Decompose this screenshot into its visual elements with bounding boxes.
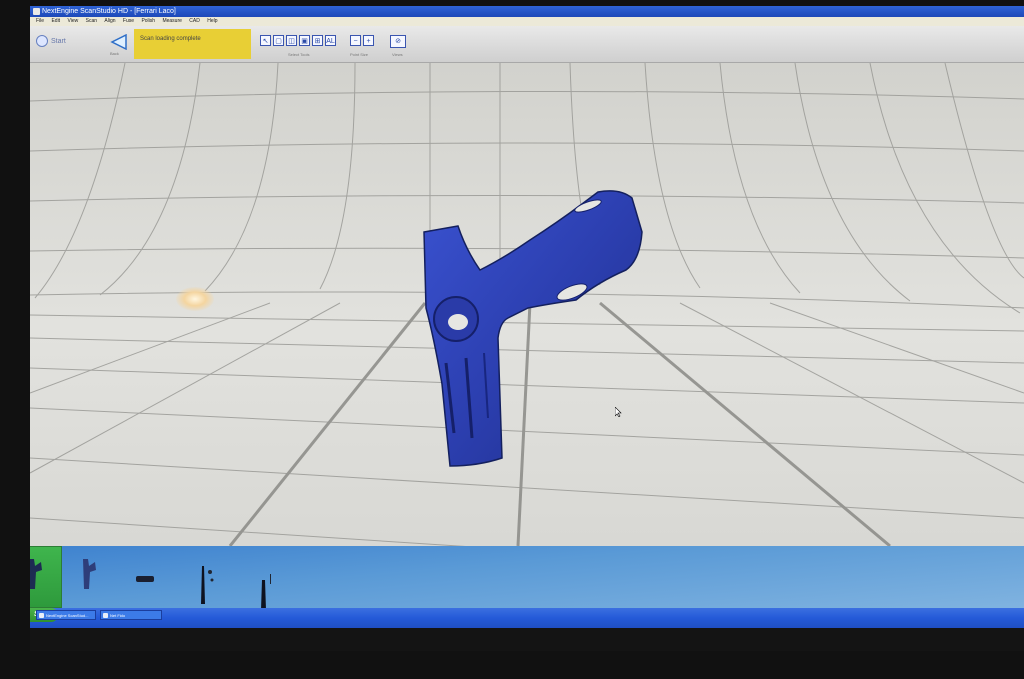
- windows-taskbar: Start NextEngine ScanStud... Net Fido: [30, 608, 1024, 628]
- scan-thumbnail-strip: [30, 546, 1024, 608]
- menu-scan[interactable]: Scan: [86, 18, 97, 24]
- menu-edit[interactable]: Edit: [51, 18, 60, 24]
- select-tools-caption: Select Tools: [288, 52, 310, 57]
- select-rect-button[interactable]: ▢: [273, 35, 284, 46]
- menu-fuse[interactable]: Fuse: [123, 18, 134, 24]
- power-icon: [36, 35, 48, 47]
- menu-file[interactable]: File: [36, 18, 44, 24]
- 3d-viewport[interactable]: [30, 63, 1024, 546]
- select-arrow-button[interactable]: ↖: [260, 35, 271, 46]
- thumbnail-scan-5[interactable]: [258, 572, 276, 608]
- scan-model[interactable]: [420, 188, 680, 473]
- menu-help[interactable]: Help: [207, 18, 217, 24]
- menu-polish[interactable]: Polish: [141, 18, 155, 24]
- light-glare: [176, 287, 214, 311]
- monitor-bottom-bezel: [30, 628, 1024, 651]
- menu-align[interactable]: Align: [104, 18, 115, 24]
- zoom-in-button[interactable]: +: [363, 35, 374, 46]
- thumbnail-scan-2[interactable]: [80, 556, 98, 592]
- status-message: Scan loading complete: [134, 29, 251, 59]
- app-screen: NextEngine ScanStudio HD - [Ferrari Laco…: [30, 6, 1024, 651]
- menu-view[interactable]: View: [67, 18, 78, 24]
- select-grid-button[interactable]: ⊞: [312, 35, 323, 46]
- back-arrow-icon[interactable]: [110, 34, 128, 50]
- back-caption: Back: [110, 51, 119, 56]
- thumbnail-scan-1[interactable]: [30, 556, 44, 592]
- menu-bar: File Edit View Scan Align Fuse Polish Me…: [30, 17, 1024, 26]
- select-all-button[interactable]: AL: [325, 35, 336, 46]
- main-toolbar: Start Back Scan loading complete ↖ ▢ ◫ ▣…: [30, 26, 1024, 63]
- point-size-caption: Point Size: [350, 52, 369, 57]
- select-lasso-button[interactable]: ▣: [299, 35, 310, 46]
- net-fido-app-icon: [103, 613, 108, 618]
- thumbnail-scan-3[interactable]: [135, 574, 155, 584]
- thumbnail-scan-4[interactable]: [198, 564, 216, 606]
- start-label: Start: [51, 37, 66, 45]
- taskbar-item-label: Net Fido: [110, 613, 126, 618]
- taskbar-item-scanstudio[interactable]: NextEngine ScanStud...: [36, 610, 96, 620]
- menu-measure[interactable]: Measure: [162, 18, 181, 24]
- views-group: ⊘: [390, 35, 406, 48]
- view-reset-button[interactable]: ⊘: [390, 35, 406, 48]
- taskbar-item-net-fido[interactable]: Net Fido: [100, 610, 162, 620]
- select-brush-button[interactable]: ◫: [286, 35, 297, 46]
- start-button[interactable]: Start: [36, 35, 66, 47]
- zoom-out-button[interactable]: −: [350, 35, 361, 46]
- menu-cad[interactable]: CAD: [189, 18, 200, 24]
- views-caption: Views: [392, 52, 403, 57]
- select-tools-group: ↖ ▢ ◫ ▣ ⊞ AL: [260, 35, 336, 46]
- mouse-cursor-icon: [615, 407, 622, 417]
- window-title: NextEngine ScanStudio HD - [Ferrari Laco…: [42, 8, 176, 15]
- taskbar-item-label: NextEngine ScanStud...: [46, 613, 89, 618]
- app-icon: [33, 8, 40, 15]
- scanstudio-app-icon: [39, 613, 44, 618]
- window-titlebar[interactable]: NextEngine ScanStudio HD - [Ferrari Laco…: [30, 6, 1024, 17]
- point-size-group: − +: [350, 35, 374, 46]
